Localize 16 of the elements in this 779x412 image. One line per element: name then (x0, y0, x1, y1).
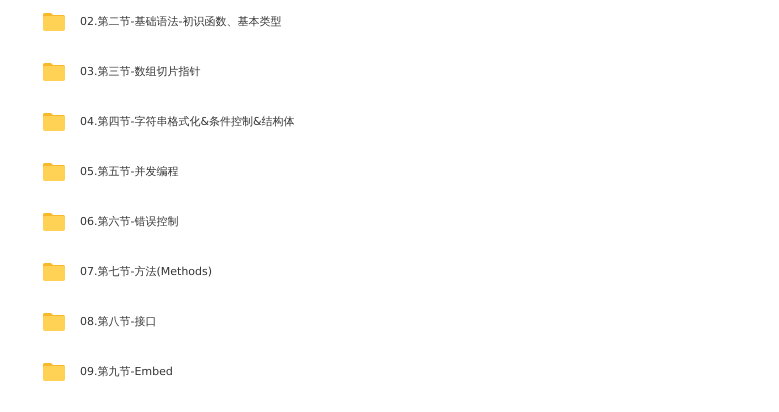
folder-icon[interactable] (42, 162, 66, 182)
folder-icon[interactable] (42, 212, 66, 232)
folder-name[interactable]: 08.第八节-接口 (80, 312, 156, 332)
folder-name[interactable]: 09.第九节-Embed (80, 362, 173, 382)
folder-icon[interactable] (42, 62, 66, 82)
folder-icon[interactable] (42, 362, 66, 382)
folder-icon[interactable] (42, 112, 66, 132)
folder-name[interactable]: 07.第七节-方法(Methods) (80, 262, 212, 282)
folder-name[interactable]: 05.第五节-并发编程 (80, 162, 178, 182)
folder-icon[interactable] (42, 262, 66, 282)
folder-name[interactable]: 02.第二节-基础语法-初识函数、基本类型 (80, 12, 282, 32)
folder-name[interactable]: 03.第三节-数组切片指针 (80, 62, 200, 82)
folder-name[interactable]: 06.第六节-错误控制 (80, 212, 178, 232)
folder-icon[interactable] (42, 312, 66, 332)
folder-name[interactable]: 04.第四节-字符串格式化&条件控制&结构体 (80, 112, 295, 132)
folder-icon[interactable] (42, 12, 66, 32)
